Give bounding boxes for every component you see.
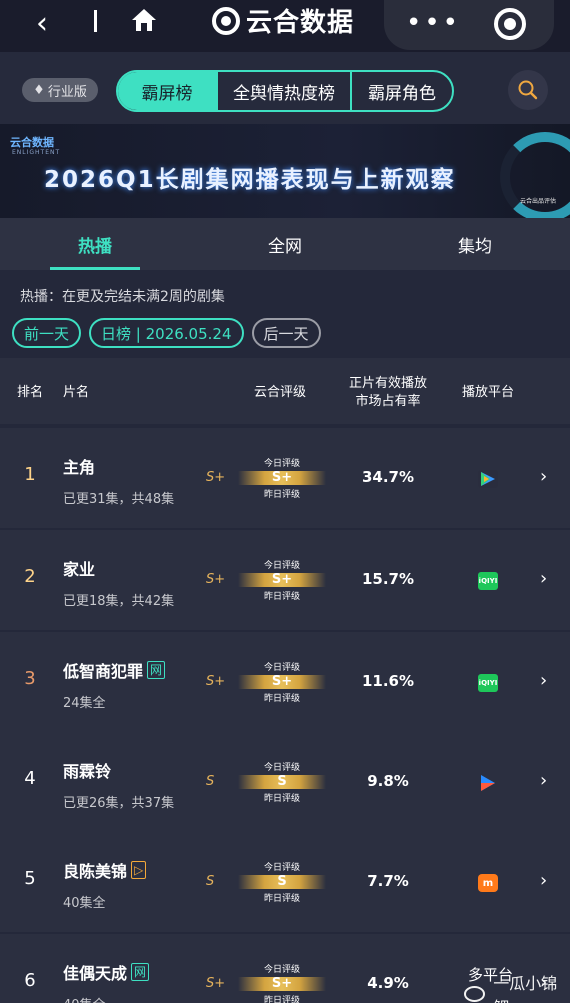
- show-title: 家业: [63, 560, 96, 579]
- episode-status: 40集全: [63, 896, 106, 911]
- search-icon: [518, 80, 538, 100]
- ranking-segment: 霸屏榜 全舆情热度榜 霸屏角色: [116, 70, 454, 112]
- tab-description: 热播：在更及完结未满2周的剧集: [20, 289, 225, 305]
- table-header: 排名 片名 云合评级 正片有效播放 市场占有率 播放平台: [0, 358, 570, 424]
- watermark-multi-platform: 多平台: [468, 966, 514, 984]
- banner-logo: 云合数据: [10, 136, 54, 149]
- table-row[interactable]: 4 雨霖铃 已更26集，共37集 S 今日评级 S 昨日评级 9.8% ›: [0, 732, 570, 832]
- show-title: 良陈美锦 ▷: [63, 858, 147, 882]
- web-drama-tag: 网: [147, 661, 166, 679]
- header-share-line1: 正片有效播放: [348, 376, 427, 391]
- grade-label: S+: [206, 976, 226, 991]
- header-rank: 排名: [16, 385, 43, 400]
- rank-number: 4: [24, 768, 36, 789]
- rank-number: 2: [24, 566, 36, 587]
- grade-bar: 今日评级 S+ 昨日评级: [238, 456, 326, 500]
- search-button[interactable]: [508, 70, 548, 110]
- tencent-video-icon: [478, 470, 498, 488]
- show-title: 主角: [63, 458, 96, 477]
- home-icon[interactable]: [130, 7, 158, 33]
- top-nav: ‹ 云合数据 •••: [0, 0, 570, 52]
- rank-number: 5: [24, 868, 36, 889]
- tab-hot[interactable]: 热播: [0, 218, 190, 270]
- banner-logo-sub: ENLIGHTENT: [12, 149, 61, 156]
- table-row[interactable]: 2 家业 已更18集，共42集 S+ 今日评级 S+ 昨日评级 15.7% iQ…: [0, 530, 570, 630]
- episode-status: 40集全: [63, 994, 106, 1003]
- market-share: 15.7%: [361, 570, 415, 588]
- banner-ring-label: 云合出品评估: [520, 198, 557, 205]
- header-name: 片名: [63, 385, 90, 400]
- show-title: 低智商犯罪网: [63, 658, 166, 682]
- header-platform: 播放平台: [461, 385, 514, 400]
- diamond-icon: ♦: [33, 82, 45, 98]
- chevron-right-icon[interactable]: ›: [540, 568, 547, 589]
- header-grade: 云合评级: [253, 385, 306, 400]
- rank-number: 3: [24, 668, 36, 689]
- tab-average[interactable]: 集均: [380, 218, 570, 270]
- chevron-right-icon[interactable]: ›: [540, 770, 547, 791]
- market-share: 34.7%: [361, 468, 415, 486]
- grade-label: S+: [206, 674, 226, 689]
- table-row[interactable]: 3 低智商犯罪网 24集全 S+ 今日评级 S+ 昨日评级 11.6% iQIY…: [0, 632, 570, 732]
- grade-bar: 今日评级 S 昨日评级: [238, 760, 326, 804]
- grade-label: S: [206, 874, 215, 889]
- market-share: 11.6%: [361, 672, 415, 690]
- grade-bar: 今日评级 S+ 昨日评级: [238, 660, 326, 704]
- grade-label: S+: [206, 470, 226, 485]
- chevron-right-icon[interactable]: ›: [540, 466, 547, 487]
- segment-row: ♦ 行业版 霸屏榜 全舆情热度榜 霸屏角色: [0, 52, 570, 124]
- mini-program-capsule: •••: [384, 0, 554, 50]
- sub-tabs: 热播 全网 集均: [0, 218, 570, 270]
- seg-dominate-chart[interactable]: 霸屏榜: [118, 72, 218, 110]
- watermark: 多平台 一瓜小锦鲤: [464, 966, 570, 1003]
- show-title: 佳偶天成网: [63, 960, 150, 984]
- table-row[interactable]: 5 良陈美锦 ▷ 40集全 S 今日评级 S 昨日评级 7.7% m ›: [0, 832, 570, 932]
- grade-bar: 今日评级 S+ 昨日评级: [238, 962, 326, 1003]
- seg-dominate-role[interactable]: 霸屏角色: [352, 72, 452, 110]
- grade-label: S+: [206, 572, 226, 587]
- show-title: 雨霖铃: [63, 762, 112, 781]
- market-share: 4.9%: [367, 974, 409, 992]
- play-tag-icon: ▷: [131, 861, 147, 879]
- table-row[interactable]: 1 主角 已更31集，共48集 S+ 今日评级 S+ 昨日评级 34.7% ›: [0, 428, 570, 528]
- next-day-button[interactable]: 后一天: [251, 318, 321, 348]
- iqiyi-icon: iQIYI: [478, 674, 498, 692]
- date-controls: 前一天 日榜 | 2026.05.24 后一天: [12, 318, 321, 348]
- industry-badge[interactable]: ♦ 行业版: [22, 78, 98, 102]
- chevron-right-icon[interactable]: ›: [540, 670, 547, 691]
- episode-status: 已更26集，共37集: [63, 796, 175, 811]
- prev-day-button[interactable]: 前一天: [12, 318, 82, 348]
- youku-icon: [478, 774, 498, 792]
- rank-number: 1: [24, 464, 36, 485]
- market-share: 7.7%: [367, 872, 409, 890]
- weibo-logo-icon: [464, 986, 486, 1002]
- brand: 云合数据: [212, 2, 354, 39]
- market-share: 9.8%: [367, 772, 409, 790]
- episode-status: 24集全: [63, 696, 106, 711]
- web-drama-tag: 网: [131, 963, 150, 981]
- chevron-right-icon[interactable]: ›: [540, 870, 547, 891]
- promo-banner[interactable]: 云合数据 ENLIGHTENT 2026Q1长剧集网播表现与上新观察: [0, 124, 570, 218]
- close-miniprogram-icon[interactable]: [494, 8, 526, 40]
- episode-status: 已更31集，共48集: [63, 492, 175, 507]
- mango-tv-icon: m: [478, 874, 498, 892]
- divider: [94, 10, 97, 32]
- banner-title: 2026Q1长剧集网播表现与上新观察: [44, 167, 456, 193]
- episode-status: 已更18集，共42集: [63, 594, 175, 609]
- date-picker[interactable]: 日榜 | 2026.05.24: [89, 318, 244, 348]
- badge-label: 行业版: [47, 84, 87, 100]
- more-icon[interactable]: •••: [406, 8, 461, 38]
- rank-number: 6: [24, 970, 36, 991]
- back-icon[interactable]: ‹: [36, 6, 48, 41]
- tab-all[interactable]: 全网: [190, 218, 380, 270]
- grade-bar: 今日评级 S+ 昨日评级: [238, 558, 326, 602]
- grade-label: S: [206, 774, 215, 789]
- header-share-line2: 市场占有率: [355, 394, 421, 409]
- ring-graphic-icon: [500, 132, 570, 218]
- iqiyi-icon: iQIYI: [478, 572, 498, 590]
- brand-logo-icon: [212, 6, 240, 35]
- seg-sentiment-chart[interactable]: 全舆情热度榜: [218, 72, 352, 110]
- grade-bar: 今日评级 S 昨日评级: [238, 860, 326, 904]
- brand-name: 云合数据: [246, 8, 355, 38]
